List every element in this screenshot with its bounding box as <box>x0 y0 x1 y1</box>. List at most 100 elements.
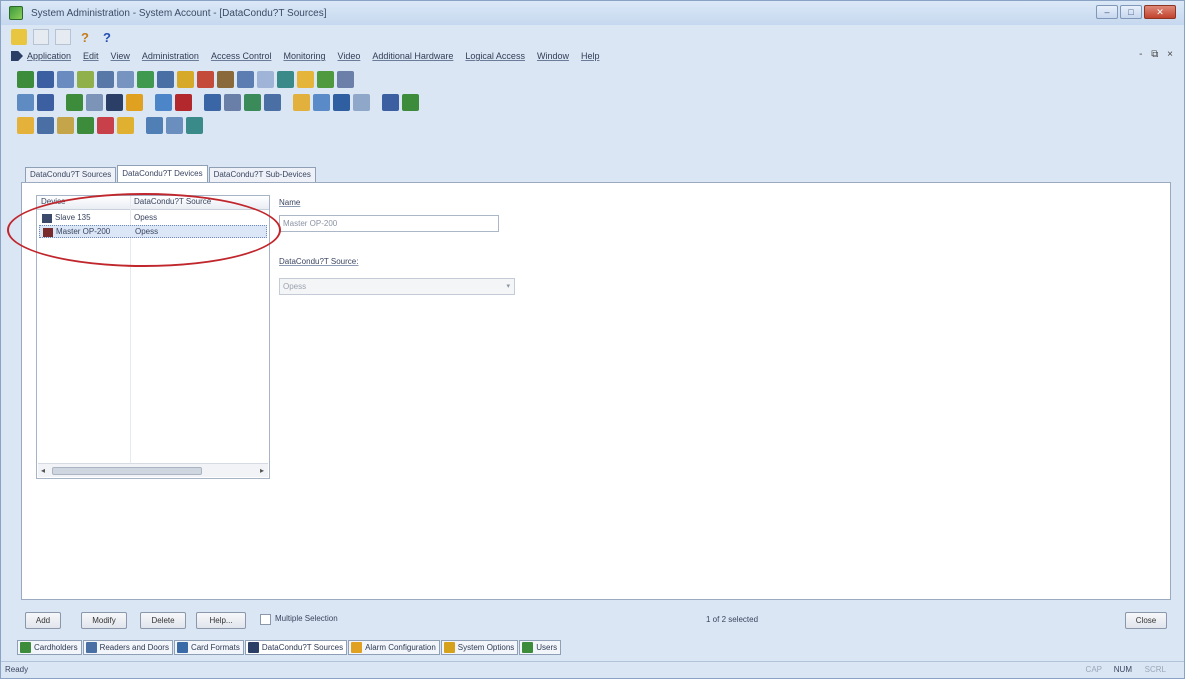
book-icon[interactable] <box>175 93 192 111</box>
menu-monitoring[interactable]: Monitoring <box>283 51 325 61</box>
source-select[interactable]: Opess ▾ <box>279 278 515 295</box>
menu-logical-access[interactable]: Logical Access <box>465 51 525 61</box>
menu-administration[interactable]: Administration <box>142 51 199 61</box>
alarm-icon[interactable] <box>177 70 194 88</box>
area-icon[interactable] <box>317 70 334 88</box>
close-button[interactable]: Close <box>1125 612 1167 629</box>
modify-button[interactable]: Modify <box>81 612 127 629</box>
connect-icon[interactable] <box>146 116 163 134</box>
taskbar-cardholders[interactable]: Cardholders <box>17 640 82 655</box>
group-icon[interactable] <box>313 93 330 111</box>
visitor-icon[interactable] <box>37 70 54 88</box>
person-icon[interactable] <box>402 93 419 111</box>
menu-video[interactable]: Video <box>338 51 361 61</box>
menu-access-control[interactable]: Access Control <box>211 51 272 61</box>
scroll-left-icon[interactable]: ◂ <box>41 466 45 475</box>
minimize-button[interactable]: – <box>1096 5 1118 19</box>
horizontal-scrollbar[interactable]: ◂ ▸ <box>38 463 268 477</box>
column-header-device[interactable]: Device <box>41 197 65 206</box>
reader-icon <box>85 642 97 653</box>
chart-alt-icon[interactable] <box>264 93 281 111</box>
caps-indicator: CAP <box>1085 665 1102 674</box>
lock-icon[interactable] <box>17 116 34 134</box>
tools-icon[interactable] <box>186 116 203 134</box>
cardholders-icon[interactable] <box>17 70 34 88</box>
table-row[interactable]: Slave 135 Opess <box>39 212 267 225</box>
menu-application[interactable]: Application <box>27 51 71 61</box>
content-panel: Device DataCondu?T Source Slave 135 Opes… <box>21 182 1171 600</box>
globe-icon[interactable] <box>155 93 172 111</box>
tab-dataconduit-sources[interactable]: DataCondu?T Sources <box>25 167 117 182</box>
panel-icon[interactable] <box>97 70 114 88</box>
taskbar-alarm-configuration[interactable]: Alarm Configuration <box>348 640 440 655</box>
print-icon[interactable] <box>55 29 71 45</box>
segments-icon[interactable] <box>37 93 54 111</box>
event-icon[interactable] <box>197 70 214 88</box>
badge-icon[interactable] <box>77 70 94 88</box>
warning-icon[interactable] <box>126 93 143 111</box>
target-icon[interactable] <box>97 116 114 134</box>
transfer-icon[interactable] <box>57 70 74 88</box>
name-field[interactable]: Master OP-200 <box>279 215 499 232</box>
menu-view[interactable]: View <box>111 51 130 61</box>
column-header-source[interactable]: DataCondu?T Source <box>134 197 211 206</box>
reader-icon[interactable] <box>117 70 134 88</box>
cards-icon[interactable] <box>66 93 83 111</box>
help-icon[interactable]: ? <box>99 29 115 45</box>
monitor-icon[interactable] <box>157 70 174 88</box>
users-icon[interactable] <box>277 70 294 88</box>
taskbar-label: Users <box>536 643 558 652</box>
app-icon <box>9 6 23 20</box>
add-button[interactable]: Add <box>25 612 61 629</box>
delete-button[interactable]: Delete <box>140 612 186 629</box>
device-source-cell: Opess <box>134 213 158 222</box>
device-list[interactable]: Device DataCondu?T Source Slave 135 Opes… <box>36 195 270 479</box>
workstation-icon[interactable] <box>257 70 274 88</box>
key-ring-icon[interactable] <box>57 116 74 134</box>
tab-dataconduit-devices[interactable]: DataCondu?T Devices <box>117 165 208 183</box>
table-row[interactable]: Master OP-200 Opess <box>39 225 267 238</box>
camera-icon[interactable] <box>217 70 234 88</box>
menu-edit[interactable]: Edit <box>83 51 99 61</box>
report-icon[interactable] <box>237 70 254 88</box>
map-icon[interactable] <box>77 116 94 134</box>
taskbar-system-options[interactable]: System Options <box>440 640 519 655</box>
menu-additional-hardware[interactable]: Additional Hardware <box>372 51 453 61</box>
folder-icon[interactable] <box>11 29 27 45</box>
filter-icon[interactable] <box>353 93 370 111</box>
quick-access-toolbar: ? ? <box>11 28 115 46</box>
user-add-icon[interactable] <box>166 116 183 134</box>
moon-icon[interactable] <box>117 116 134 134</box>
chart-icon[interactable] <box>244 93 261 111</box>
schedule-icon[interactable] <box>297 70 314 88</box>
table-icon[interactable] <box>37 116 54 134</box>
close-window-button[interactable]: ✕ <box>1144 5 1176 19</box>
taskbar-dataconduit-sources[interactable]: DataCondu?T Sources <box>244 640 348 655</box>
link-icon[interactable] <box>382 93 399 111</box>
multiple-selection-checkbox[interactable] <box>260 614 271 625</box>
network-icon[interactable] <box>337 70 354 88</box>
scroll-right-icon[interactable]: ▸ <box>260 466 264 475</box>
help-button[interactable]: Help... <box>196 612 246 629</box>
mdi-window-controls[interactable]: - ⧉ × <box>1139 49 1176 60</box>
hierarchy-icon[interactable] <box>17 93 34 111</box>
key-icon[interactable]: ? <box>77 29 93 45</box>
grid-icon[interactable] <box>86 93 103 111</box>
save-icon[interactable] <box>33 29 49 45</box>
taskbar-readers-and-doors[interactable]: Readers and Doors <box>82 640 173 655</box>
stop-icon[interactable] <box>106 93 123 111</box>
maximize-button[interactable]: □ <box>1120 5 1142 19</box>
access-level-icon[interactable] <box>137 70 154 88</box>
title-bar[interactable]: System Administration - System Account -… <box>1 1 1184 25</box>
dataconduit-icon[interactable] <box>333 93 350 111</box>
menu-help[interactable]: Help <box>581 51 600 61</box>
settings-icon[interactable] <box>224 93 241 111</box>
taskbar-card-formats[interactable]: Card Formats <box>173 640 244 655</box>
device-icon[interactable] <box>204 93 221 111</box>
list-header: Device DataCondu?T Source <box>37 196 269 210</box>
tab-dataconduit-sub-devices[interactable]: DataCondu?T Sub-Devices <box>208 167 316 182</box>
taskbar-users[interactable]: Users <box>519 640 562 655</box>
scrollbar-thumb[interactable] <box>52 467 202 475</box>
bell-icon[interactable] <box>293 93 310 111</box>
menu-window[interactable]: Window <box>537 51 569 61</box>
